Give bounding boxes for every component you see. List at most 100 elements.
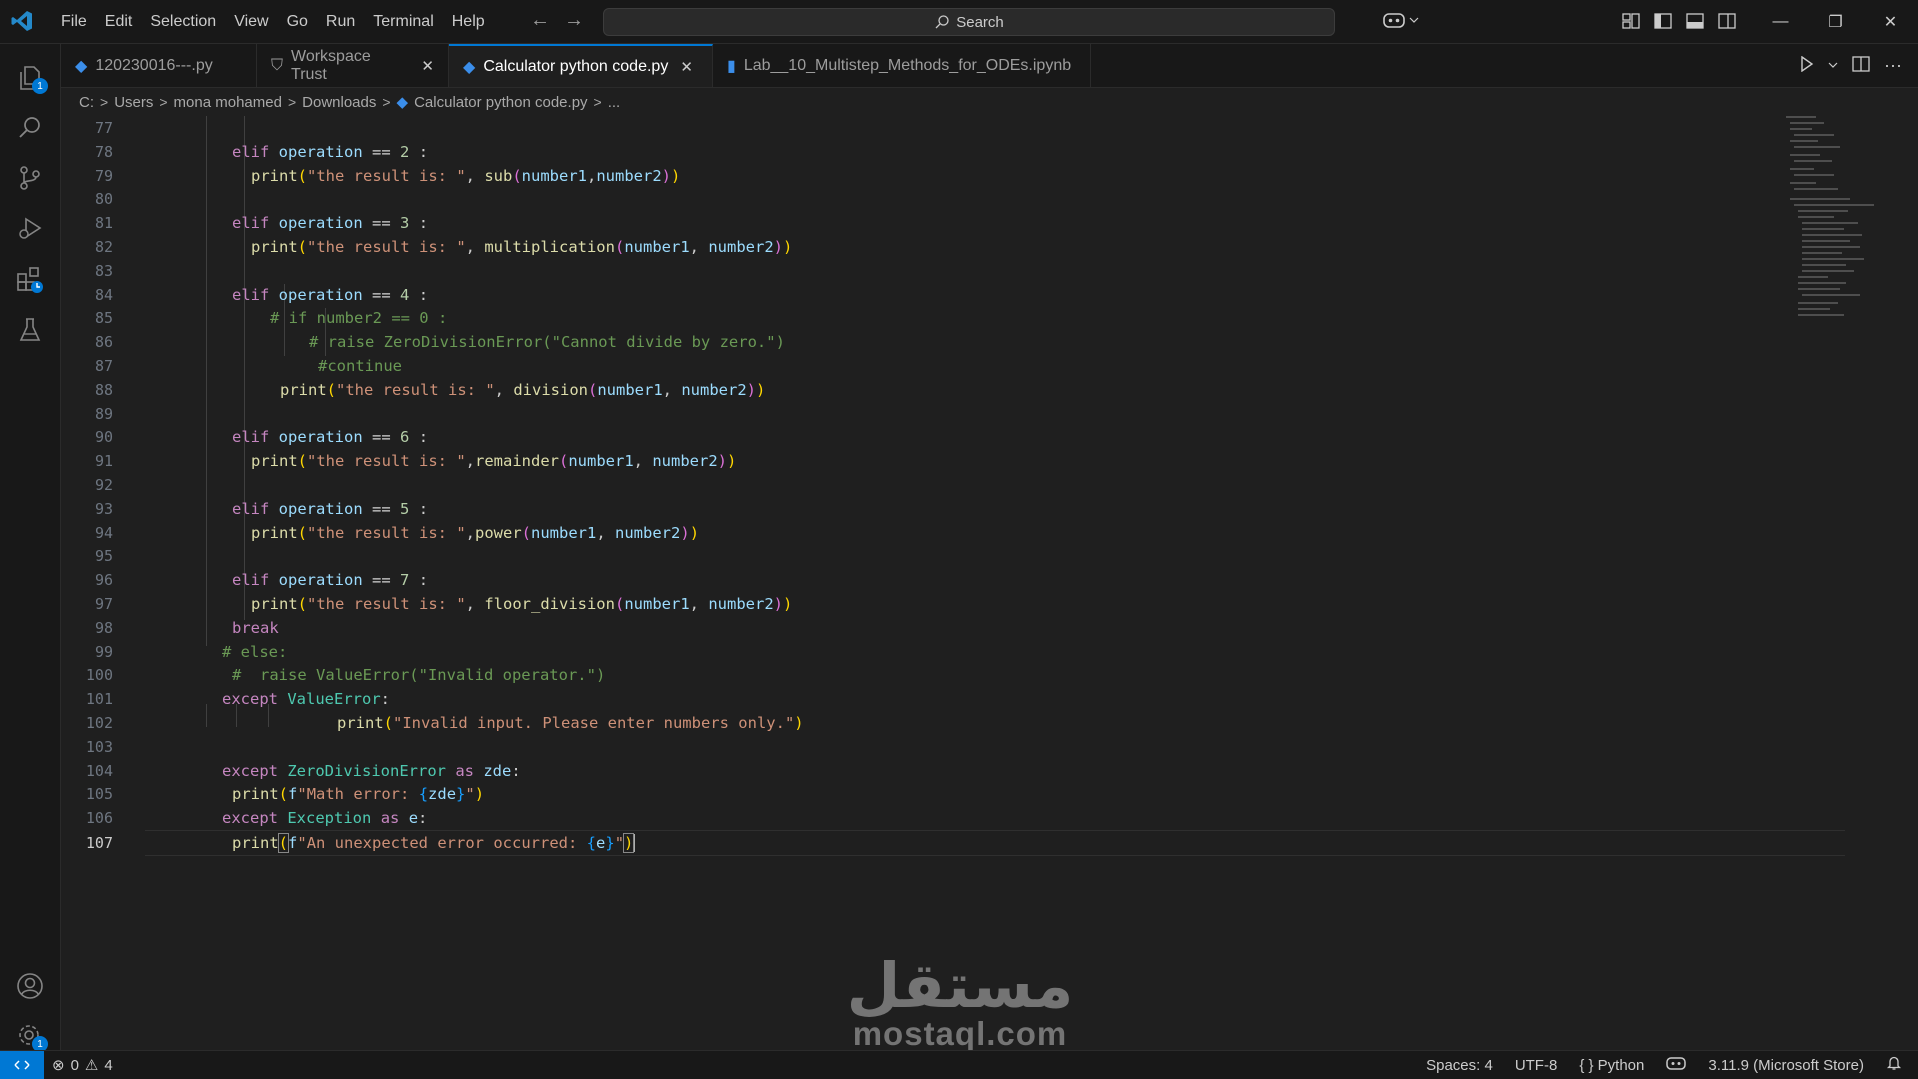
chevron-right-icon: > <box>100 94 109 110</box>
tab-lab10-notebook[interactable]: ▮ Lab__10_Multistep_Methods_for_ODEs.ipy… <box>713 44 1091 87</box>
code-line: 96 elif operation == 7 : <box>61 568 1781 592</box>
code-line: 104 except ZeroDivisionError as zde: <box>61 759 1781 783</box>
code-line: 103 <box>61 735 1781 759</box>
menu-edit[interactable]: Edit <box>96 13 142 31</box>
accounts-button[interactable] <box>0 960 60 1012</box>
indentation-status[interactable]: Spaces: 4 <box>1426 1057 1493 1074</box>
code-line: 106 except Exception as e: <box>61 806 1781 830</box>
status-right: Spaces: 4 UTF-8 { } Python 3.11.9 (Micro… <box>1426 1051 1902 1079</box>
status-bar: ⊗ 0 ⚠ 4 Spaces: 4 UTF-8 { } Python 3.11.… <box>0 1050 1918 1079</box>
problems-indicator[interactable]: ⊗ 0 ⚠ 4 <box>52 1051 113 1079</box>
search-icon <box>935 15 949 29</box>
line-number: 92 <box>94 476 113 494</box>
explorer-button[interactable]: 1 <box>0 52 60 104</box>
code-line: 90 elif operation == 6 : <box>61 425 1781 449</box>
language-label: Python <box>1597 1056 1645 1074</box>
code-line: 86 # raise ZeroDivisionError("Cannot divi… <box>61 330 1781 354</box>
minimap[interactable] <box>1786 116 1906 336</box>
code-line: 91 print("the result is: ",remainder(numb… <box>61 449 1781 473</box>
line-number: 98 <box>94 618 113 637</box>
testing-button[interactable] <box>0 304 60 356</box>
title-bar: File Edit Selection View Go Run Terminal… <box>0 0 1918 44</box>
interpreter-status[interactable]: 3.11.9 (Microsoft Store) <box>1708 1057 1864 1074</box>
menu-run[interactable]: Run <box>317 13 364 31</box>
code-line: 79 print("the result is: ", sub(number1,n… <box>61 164 1781 188</box>
text-cursor <box>633 834 636 853</box>
split-editor-icon[interactable] <box>1852 55 1870 76</box>
breadcrumb-downloads[interactable]: Downloads <box>302 94 376 111</box>
breadcrumb: C: > Users > mona mohamed > Downloads > ◆ Ca… <box>61 88 620 116</box>
command-center-search[interactable]: Search <box>603 8 1335 36</box>
tab-label: Lab__10_Multistep_Methods_for_ODEs.ipynb <box>743 56 1072 74</box>
breadcrumb-drive[interactable]: C: <box>79 94 94 111</box>
customize-layout-icon[interactable] <box>1620 10 1642 32</box>
tab-120230016[interactable]: ◆ 120230016---.py <box>61 44 257 87</box>
menu-help[interactable]: Help <box>443 13 494 31</box>
copilot-status-icon[interactable] <box>1666 1055 1687 1075</box>
remote-icon <box>14 1060 30 1070</box>
line-number: 86 <box>94 333 113 352</box>
minimize-icon[interactable]: — <box>1753 0 1808 43</box>
encoding-status[interactable]: UTF-8 <box>1515 1057 1558 1074</box>
close-window-icon[interactable]: ✕ <box>1863 0 1918 43</box>
run-debug-button[interactable] <box>0 202 60 254</box>
tab-calculator-python-code[interactable]: ◆ Calculator python code.py ✕ <box>449 44 713 87</box>
run-icon[interactable] <box>1800 55 1814 76</box>
editor-actions: ··· <box>1800 44 1918 87</box>
tab-label: 120230016---.py <box>95 56 213 74</box>
menu-go[interactable]: Go <box>278 13 317 31</box>
line-number: 101 <box>85 690 113 709</box>
toggle-secondary-sidebar-icon[interactable] <box>1716 10 1738 32</box>
chevron-down-icon[interactable] <box>1828 57 1838 74</box>
code-line: 99 # else: <box>61 640 1781 664</box>
warning-count: 4 <box>104 1056 113 1074</box>
search-icon <box>19 117 40 138</box>
back-arrow-icon[interactable]: ← <box>530 9 550 32</box>
line-number: 95 <box>94 547 113 566</box>
editor-tab-bar: ◆ 120230016---.py ⛉ Workspace Trust ✕ ◆ … <box>61 44 1918 88</box>
line-number: 91 <box>94 452 113 471</box>
code-line: 85 # if number2 == 0 : <box>61 306 1781 330</box>
line-number: 97 <box>94 595 113 613</box>
extensions-button[interactable] <box>0 254 60 306</box>
line-number: 88 <box>94 380 113 399</box>
window-controls: — ❐ ✕ <box>1753 0 1918 43</box>
breadcrumb-user[interactable]: mona mohamed <box>174 94 282 111</box>
search-view-button[interactable] <box>0 102 60 154</box>
code-line: 97 print("the result is: ", floor_divisio… <box>61 592 1781 616</box>
tab-workspace-trust[interactable]: ⛉ Workspace Trust ✕ <box>257 44 449 87</box>
menu-terminal[interactable]: Terminal <box>364 13 442 31</box>
copilot-button[interactable] <box>1382 10 1419 30</box>
language-mode[interactable]: { } Python <box>1579 1057 1644 1074</box>
toggle-primary-sidebar-icon[interactable] <box>1652 10 1674 32</box>
menu-file[interactable]: File <box>52 13 96 31</box>
line-number: 104 <box>85 761 113 780</box>
run-debug-icon <box>19 217 42 239</box>
menu-view[interactable]: View <box>225 13 277 31</box>
code-line: 83 <box>61 259 1781 283</box>
close-icon[interactable]: ✕ <box>680 58 693 76</box>
breadcrumb-users[interactable]: Users <box>114 94 153 111</box>
bell-icon[interactable] <box>1886 1055 1902 1075</box>
code-line: 88 print("the result is: ", division(numb… <box>61 378 1781 402</box>
forward-arrow-icon[interactable]: → <box>564 9 584 32</box>
line-number: 87 <box>94 357 113 375</box>
code-editor[interactable]: 77 78 elif operation == 2 : 79 print("the … <box>61 116 1901 1049</box>
more-actions-icon[interactable]: ··· <box>1884 55 1902 76</box>
chevron-right-icon: > <box>382 94 391 110</box>
shield-icon: ⛉ <box>271 56 284 74</box>
breadcrumb-file[interactable]: Calculator python code.py <box>414 94 587 111</box>
warning-icon: ⚠ <box>84 1057 99 1074</box>
code-line-current: 107 print(f"An unexpected error occurred:… <box>86 830 1845 856</box>
restore-icon[interactable]: ❐ <box>1808 0 1863 43</box>
line-number: 107 <box>85 834 113 852</box>
line-number: 82 <box>94 238 113 256</box>
remote-indicator[interactable] <box>0 1051 44 1079</box>
flask-icon <box>19 318 41 341</box>
breadcrumb-symbols[interactable]: ... <box>608 94 621 111</box>
close-icon[interactable]: ✕ <box>421 57 434 75</box>
tab-label: Workspace Trust <box>291 47 371 83</box>
source-control-button[interactable] <box>0 152 60 204</box>
toggle-panel-icon[interactable] <box>1684 10 1706 32</box>
menu-selection[interactable]: Selection <box>141 13 225 31</box>
